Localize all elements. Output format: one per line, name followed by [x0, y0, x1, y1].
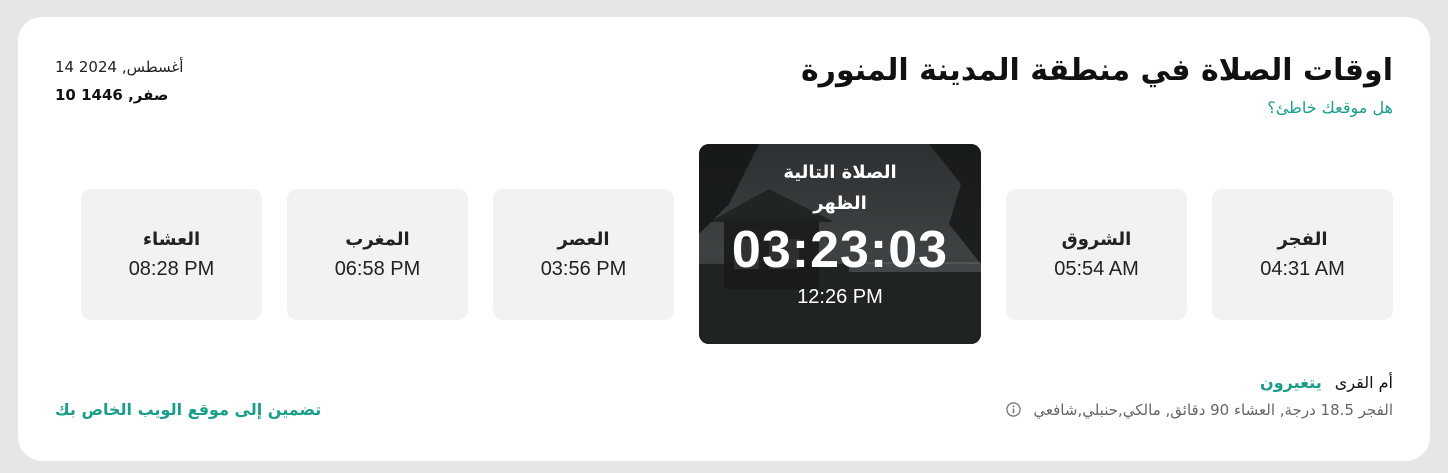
page-title: اوقات الصلاة في منطقة المدينة المنورة: [800, 53, 1393, 88]
prayer-time: 08:28 PM: [128, 258, 215, 280]
prayer-name: المغرب: [345, 229, 410, 250]
prayer-card-maghrib: المغرب 06:58 PM: [287, 189, 468, 320]
prayer-times-card: اوقات الصلاة في منطقة المدينة المنورة هل…: [18, 17, 1430, 461]
info-circle-icon[interactable]: [1005, 402, 1021, 417]
next-prayer-countdown: 03:23:03: [731, 221, 949, 279]
gregorian-date: 14 أغسطس, 2024: [55, 58, 184, 76]
prayer-time: 05:54 AM: [1054, 258, 1139, 280]
prayer-name: العشاء: [142, 229, 201, 250]
next-prayer-label: الصلاة التالية: [783, 162, 897, 183]
calculation-method-row: أم القرى يتغيرون: [1260, 373, 1393, 392]
next-prayer-name: الظهر: [813, 193, 867, 214]
prayer-name: الفجر: [1277, 229, 1328, 250]
prayer-name: العصر: [557, 229, 610, 250]
calculation-method-name: أم القرى: [1334, 373, 1393, 392]
prayer-name: الشروق: [1061, 229, 1132, 250]
next-prayer-time: 12:26 PM: [797, 286, 883, 308]
change-method-link[interactable]: يتغيرون: [1260, 373, 1322, 392]
prayer-time: 06:58 PM: [334, 258, 421, 280]
prayer-card-shuruq: الشروق 05:54 AM: [1006, 189, 1187, 320]
prayer-card-fajr: الفجر 04:31 AM: [1212, 189, 1393, 320]
prayer-time: 04:31 AM: [1260, 258, 1345, 280]
hijri-date: 10 صفر, 1446: [55, 86, 169, 104]
calculation-details: الفجر 18.5 درجة, العشاء 90 دقائق, مالكي,…: [1033, 401, 1393, 419]
wrong-location-link[interactable]: هل موقعك خاطئ؟: [1267, 98, 1393, 117]
prayer-time: 03:56 PM: [540, 258, 627, 280]
prayer-card-asr: العصر 03:56 PM: [493, 189, 674, 320]
prayer-card-isha: العشاء 08:28 PM: [81, 189, 262, 320]
embed-website-link[interactable]: تضمين إلى موقع الويب الخاص بك: [55, 400, 321, 419]
calculation-details-row: الفجر 18.5 درجة, العشاء 90 دقائق, مالكي,…: [1005, 401, 1393, 419]
next-prayer-panel: الصلاة التالية الظهر 03:23:03 12:26 PM: [699, 144, 981, 344]
